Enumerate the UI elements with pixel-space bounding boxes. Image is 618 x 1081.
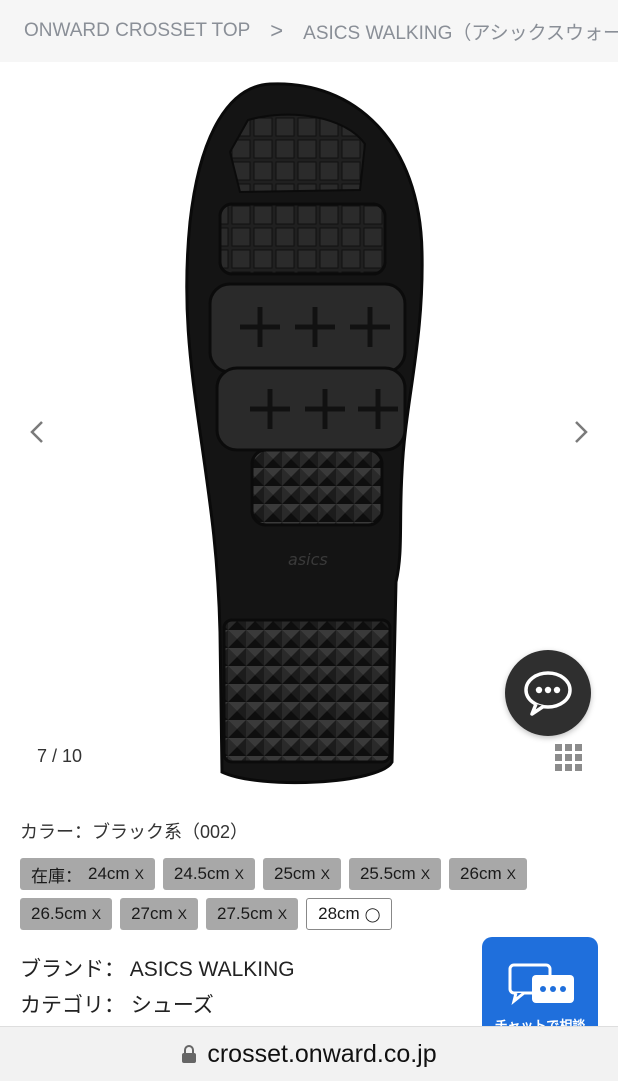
- breadcrumb-current[interactable]: ASICS WALKING（アシックスウォー: [303, 18, 618, 45]
- size-chip-24-5[interactable]: 24.5cm X: [162, 858, 256, 890]
- size-label: 24.5cm: [173, 864, 230, 883]
- stock-mark: X: [320, 866, 330, 882]
- stock-mark: ◯: [364, 905, 381, 922]
- stock-mark: X: [177, 906, 188, 922]
- size-chip-25-5[interactable]: 25.5cm X: [348, 858, 442, 890]
- size-label: 27cm: [131, 904, 173, 923]
- chevron-right-icon: [575, 421, 588, 443]
- brand-label: ブランド：: [20, 958, 125, 981]
- chevron-left-icon: [30, 421, 43, 443]
- size-chip-26[interactable]: 26cm X: [449, 858, 527, 890]
- size-label: 28cm: [318, 904, 360, 923]
- chat-bubble-button[interactable]: [505, 650, 591, 736]
- size-chip-26-5[interactable]: 26.5cm X: [20, 898, 113, 930]
- product-image: asics: [185, 82, 424, 785]
- image-counter: 7 / 10: [37, 746, 83, 766]
- stock-mark: X: [234, 866, 245, 882]
- size-label: 24cm: [88, 864, 130, 883]
- thumbnail-grid-icon[interactable]: [553, 742, 585, 774]
- browser-url-bar[interactable]: crosset.onward.co.jp: [0, 1026, 618, 1081]
- product-image-gallery[interactable]: asics 7 / 10: [0, 62, 618, 802]
- category-label: カテゴリ：: [20, 994, 125, 1017]
- size-label: 25cm: [274, 864, 316, 883]
- stock-mark: X: [277, 906, 288, 922]
- asics-logo: asics: [288, 550, 328, 569]
- size-chip-27-5[interactable]: 27.5cm X: [206, 898, 299, 930]
- size-chip-24[interactable]: 在庫： 24cm X: [20, 858, 155, 890]
- stock-mark: X: [506, 866, 516, 882]
- breadcrumb: ONWARD CROSSET TOP > ASICS WALKING（アシックス…: [0, 0, 618, 62]
- breadcrumb-separator: >: [270, 18, 284, 43]
- size-chip-27[interactable]: 27cm X: [120, 898, 199, 930]
- brand-value[interactable]: ASICS WALKING: [130, 958, 295, 981]
- next-image-button[interactable]: [566, 412, 596, 452]
- color-line: カラー：ブラック系（002）: [20, 822, 249, 842]
- size-label: 27.5cm: [217, 904, 273, 923]
- breadcrumb-home-link[interactable]: ONWARD CROSSET TOP: [24, 20, 250, 42]
- size-label: 25.5cm: [359, 864, 416, 883]
- size-label: 26cm: [460, 864, 502, 883]
- size-chip-28[interactable]: 28cm ◯: [306, 898, 393, 930]
- category-value[interactable]: シューズ: [131, 994, 214, 1017]
- stock-mark: X: [134, 866, 144, 882]
- size-chip-25[interactable]: 25cm X: [263, 858, 341, 890]
- chat-consult-icon: [508, 963, 574, 1005]
- chat-consult-button[interactable]: チャットで相談: [482, 937, 598, 1037]
- chat-bubble-icon: [524, 671, 572, 716]
- prev-image-button[interactable]: [22, 412, 52, 452]
- lock-icon: [182, 1045, 197, 1063]
- stock-label: 在庫：: [31, 866, 82, 886]
- size-label: 26.5cm: [31, 904, 87, 923]
- size-list: 在庫： 24cm X 24.5cm X 25cm X 25.5cm X 26cm X 26.…: [20, 858, 600, 930]
- stock-mark: X: [91, 906, 102, 922]
- url-domain: crosset.onward.co.jp: [207, 1039, 437, 1068]
- stock-mark: X: [420, 866, 431, 882]
